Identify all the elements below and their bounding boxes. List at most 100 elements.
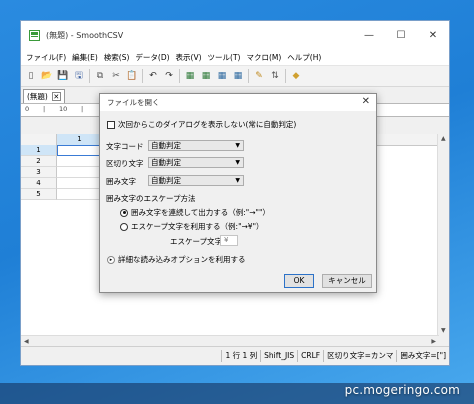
menu-search[interactable]: 検索(S) [101, 52, 133, 63]
delete-column-icon[interactable]: ▦ [231, 69, 245, 83]
encoding-label: 文字コード [106, 142, 144, 151]
tab-untitled[interactable]: (無題) ✕ [23, 89, 65, 103]
grid-cell[interactable] [57, 189, 103, 200]
delete-row-icon[interactable]: ▦ [215, 69, 229, 83]
row-header[interactable]: 4 [21, 178, 57, 189]
app-icon [29, 29, 40, 41]
dialog-title-bar[interactable]: ファイルを開く ✕ [100, 94, 376, 111]
undo-icon[interactable]: ↶ [146, 69, 160, 83]
grid-cell[interactable] [57, 167, 103, 178]
escape-option-char[interactable]: エスケープ文字を利用する（例:"→¥"） [120, 221, 264, 232]
ruler-label: | [43, 105, 46, 113]
column-header[interactable]: 1 [57, 134, 103, 145]
ruler-label: | [81, 105, 84, 113]
sort-icon[interactable]: ⇅ [268, 69, 282, 83]
chevron-down-icon: ▼ [235, 142, 240, 149]
cut-icon[interactable]: ✂ [109, 69, 123, 83]
grid-corner[interactable] [21, 134, 57, 145]
status-encoding: Shift_JIS [260, 350, 297, 362]
grid-cell[interactable] [57, 178, 103, 189]
tab-label: (無題) [27, 92, 48, 101]
maximize-button[interactable]: ☐ [385, 21, 417, 49]
row-header[interactable]: 2 [21, 156, 57, 167]
encoding-value: 自動判定 [151, 141, 181, 150]
quote-char-select[interactable]: 自動判定 ▼ [148, 175, 244, 186]
menu-file[interactable]: ファイル(F) [23, 52, 69, 63]
dont-show-checkbox[interactable] [107, 120, 115, 129]
title-bar[interactable]: (無題) - SmoothCSV — ☐ ✕ [21, 21, 449, 49]
delimiter-select[interactable]: 自動判定 ▼ [148, 157, 244, 168]
table-row: 2 [21, 156, 103, 167]
scroll-right-icon[interactable]: ▶ [431, 338, 436, 345]
escape-char-label: エスケープ文字 [170, 237, 223, 246]
insert-column-icon[interactable]: ▦ [199, 69, 213, 83]
menu-view[interactable]: 表示(V) [173, 52, 205, 63]
row-header[interactable]: 5 [21, 189, 57, 200]
table-row: 1 [21, 145, 103, 156]
menu-data[interactable]: データ(D) [132, 52, 172, 63]
menu-tools[interactable]: ツール(T) [205, 52, 244, 63]
dont-show-label: 次回からこのダイアログを表示しない(常に自動判定) [118, 120, 297, 129]
escape-char-input[interactable]: ¥ [220, 235, 238, 246]
advanced-options-toggle[interactable]: ▸ 詳細な読み込みオプションを利用する [107, 254, 246, 265]
row-header[interactable]: 1 [21, 145, 57, 156]
quote-char-value: 自動判定 [151, 176, 181, 185]
escape-char-option-label: エスケープ文字を利用する（例:"→¥"） [131, 222, 264, 231]
encoding-select[interactable]: 自動判定 ▼ [148, 140, 244, 151]
dialog-title: ファイルを開く [107, 98, 160, 107]
toolbar-separator [285, 69, 286, 83]
open-folder-icon[interactable]: 📂 [40, 69, 54, 83]
scroll-left-icon[interactable]: ◀ [24, 338, 29, 345]
vertical-scrollbar[interactable]: ▲ ▼ [437, 134, 449, 335]
new-file-icon[interactable]: ▯ [24, 69, 38, 83]
paste-icon[interactable]: 📋 [125, 69, 139, 83]
redo-icon[interactable]: ↷ [162, 69, 176, 83]
delimiter-value: 自動判定 [151, 158, 181, 167]
scroll-up-icon[interactable]: ▲ [441, 135, 446, 142]
toolbar-separator [179, 69, 180, 83]
ruler-label: 10 [59, 105, 68, 113]
window-title: (無題) - SmoothCSV [46, 30, 124, 40]
ruler-label: 0 [25, 105, 30, 113]
grid-cell[interactable] [57, 156, 103, 167]
minimize-button[interactable]: — [353, 21, 385, 49]
copy-icon[interactable]: ⧉ [93, 69, 107, 83]
table-row: 3 [21, 167, 103, 178]
escape-double-label: 囲み文字を連続して出力する（例:"→""） [131, 208, 270, 217]
dialog-close-icon[interactable]: ✕ [362, 96, 370, 107]
status-delimiter: 区切り文字=カンマ [323, 350, 396, 362]
escape-option-double[interactable]: 囲み文字を連続して出力する（例:"→""） [120, 207, 270, 218]
escape-char-radio[interactable] [120, 222, 128, 231]
status-quote: 囲み文字=["] [396, 350, 449, 362]
quote-char-label: 囲み文字 [106, 177, 136, 186]
delimiter-label: 区切り文字 [106, 159, 144, 168]
open-file-dialog: ファイルを開く ✕ 次回からこのダイアログを表示しない(常に自動判定) 文字コー… [99, 93, 377, 293]
table-row: 4 [21, 178, 103, 189]
escape-double-radio[interactable] [120, 208, 128, 217]
status-line-ending: CRLF [297, 350, 323, 362]
ok-button[interactable]: OK [284, 274, 314, 288]
grid-cell[interactable] [57, 145, 103, 156]
close-button[interactable]: ✕ [417, 21, 449, 49]
dont-show-option[interactable]: 次回からこのダイアログを表示しない(常に自動判定) [107, 119, 296, 130]
bookmark-icon[interactable]: ◆ [289, 69, 303, 83]
tab-close-icon[interactable]: ✕ [51, 92, 61, 101]
save-icon[interactable]: 💾 [56, 69, 70, 83]
watermark: pc.mogeringo.com [344, 383, 460, 397]
toolbar: ▯ 📂 💾 🖫 ⧉ ✂ 📋 ↶ ↷ ▦ ▦ ▦ ▦ ✎ ⇅ ◆ [21, 66, 449, 87]
scroll-down-icon[interactable]: ▼ [441, 327, 446, 334]
insert-row-icon[interactable]: ▦ [183, 69, 197, 83]
save-all-icon[interactable]: 🖫 [72, 69, 86, 83]
escape-group-label: 囲み文字のエスケープ方法 [106, 194, 196, 203]
menu-edit[interactable]: 編集(E) [69, 52, 101, 63]
toolbar-separator [248, 69, 249, 83]
row-header[interactable]: 3 [21, 167, 57, 178]
edit-icon[interactable]: ✎ [252, 69, 266, 83]
menu-bar: ファイル(F) 編集(E) 検索(S) データ(D) 表示(V) ツール(T) … [21, 49, 449, 66]
chevron-down-icon: ▼ [235, 177, 240, 184]
menu-help[interactable]: ヘルプ(H) [284, 52, 324, 63]
toolbar-separator [142, 69, 143, 83]
cancel-button[interactable]: キャンセル [322, 274, 372, 288]
menu-macro[interactable]: マクロ(M) [243, 52, 284, 63]
expand-icon[interactable]: ▸ [107, 255, 115, 264]
